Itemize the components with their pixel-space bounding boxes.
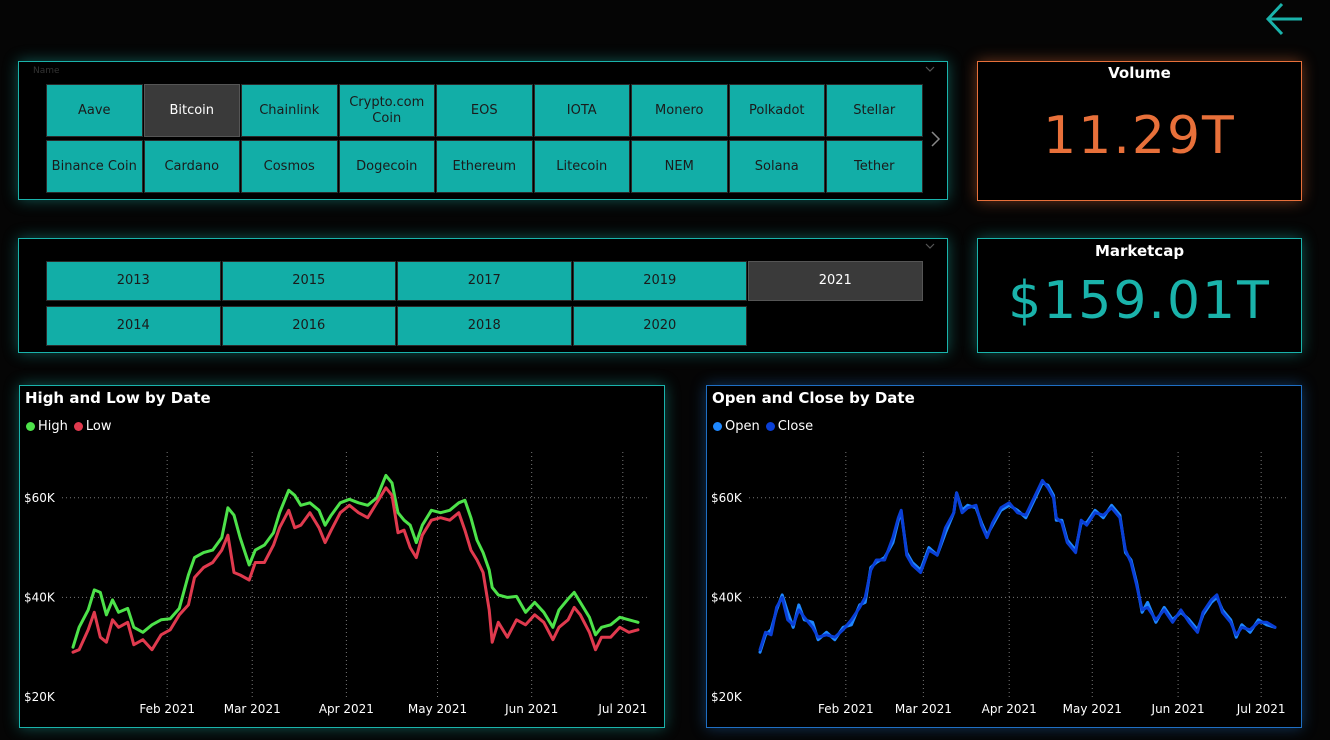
x-tick-label: Mar 2021 (895, 702, 952, 716)
y-tick-label: $20K (24, 690, 56, 704)
slicer-tile[interactable]: Cardano (143, 140, 240, 193)
volume-value: 11.29T (1043, 106, 1236, 166)
x-tick-label: Apr 2021 (982, 702, 1037, 716)
slicer-header-label: Name (33, 66, 60, 76)
x-tick-label: May 2021 (1063, 702, 1122, 716)
slicer-tile[interactable]: IOTA (533, 84, 630, 137)
slicer-tile[interactable]: Tether (826, 140, 923, 193)
y-tick-label: $60K (711, 491, 743, 505)
slicer-tile[interactable]: Dogecoin (338, 140, 435, 193)
slicer-tile[interactable]: NEM (631, 140, 728, 193)
slicer-tile[interactable]: 2018 (397, 306, 572, 346)
x-tick-label: Feb 2021 (139, 702, 195, 716)
slicer-tile[interactable]: 2015 (221, 261, 396, 301)
slicer-tile[interactable]: Stellar (826, 84, 923, 137)
slicer-tile[interactable]: 2013 (46, 261, 221, 301)
slicer-tile[interactable]: Binance Coin (46, 140, 143, 193)
slicer-tile[interactable]: Litecoin (533, 140, 630, 193)
x-tick-label: Apr 2021 (319, 702, 374, 716)
volume-title: Volume (1108, 64, 1171, 82)
back-arrow-icon[interactable] (1262, 0, 1308, 40)
year-slicer: 2013 2015 2017 2019 2021 2014 2016 2018 2020 (18, 238, 948, 353)
slicer-tile[interactable]: 2016 (221, 306, 396, 346)
y-tick-label: $20K (711, 690, 743, 704)
x-tick-label: Jul 2021 (597, 702, 647, 716)
slicer-tile[interactable]: Bitcoin (143, 84, 240, 137)
slicer-tile[interactable]: Chainlink (241, 84, 338, 137)
y-tick-label: $60K (24, 491, 56, 505)
slicer-tile[interactable]: EOS (436, 84, 533, 137)
series-line-high (71, 473, 640, 649)
slicer-tile[interactable]: Aave (46, 84, 143, 137)
slicer-tile[interactable]: Crypto.com Coin (338, 84, 435, 137)
chevron-right-icon[interactable] (929, 130, 943, 148)
x-tick-label: Mar 2021 (224, 702, 281, 716)
slicer-tile[interactable]: 2020 (572, 306, 747, 346)
marketcap-card: Marketcap $159.01T (977, 238, 1302, 353)
slicer-tile[interactable]: Polkadot (728, 84, 825, 137)
y-tick-label: $40K (711, 590, 743, 604)
open-close-chart: Open and Close by Date Open Close $20K $4… (706, 385, 1302, 728)
slicer-tile[interactable]: Solana (728, 140, 825, 193)
x-tick-label: May 2021 (408, 702, 467, 716)
slicer-tile[interactable]: 2014 (46, 306, 221, 346)
slicer-tile[interactable]: 2021 (748, 261, 923, 301)
x-tick-label: Jul 2021 (1236, 702, 1286, 716)
slicer-tile[interactable]: Ethereum (436, 140, 533, 193)
plot-area: $20K $40K $60K Feb 2021 Mar 2021 Apr 2021 May … (24, 452, 650, 716)
coin-name-slicer: Name Aave Bitcoin Chainlink Crypto.com Coin… (18, 61, 948, 200)
slicer-tile[interactable]: Cosmos (241, 140, 338, 193)
chevron-down-icon[interactable] (925, 241, 935, 251)
slicer-tile[interactable]: 2017 (397, 261, 572, 301)
chevron-down-icon[interactable] (925, 64, 935, 74)
marketcap-title: Marketcap (1094, 242, 1185, 260)
y-tick-label: $40K (24, 590, 56, 604)
marketcap-value: $159.01T (1008, 271, 1271, 331)
series-line-close (758, 478, 1277, 652)
high-low-chart: High and Low by Date High Low $20K $40K $6… (19, 385, 665, 728)
slicer-tile[interactable]: Monero (631, 84, 728, 137)
volume-card: Volume 11.29T (977, 61, 1302, 201)
x-tick-label: Jun 2021 (504, 702, 558, 716)
slicer-tile[interactable]: 2019 (572, 261, 747, 301)
plot-area: $20K $40K $60K Feb 2021 Mar 2021 Apr 2021 May … (711, 452, 1287, 716)
x-tick-label: Jun 2021 (1151, 702, 1205, 716)
x-tick-label: Feb 2021 (818, 702, 874, 716)
